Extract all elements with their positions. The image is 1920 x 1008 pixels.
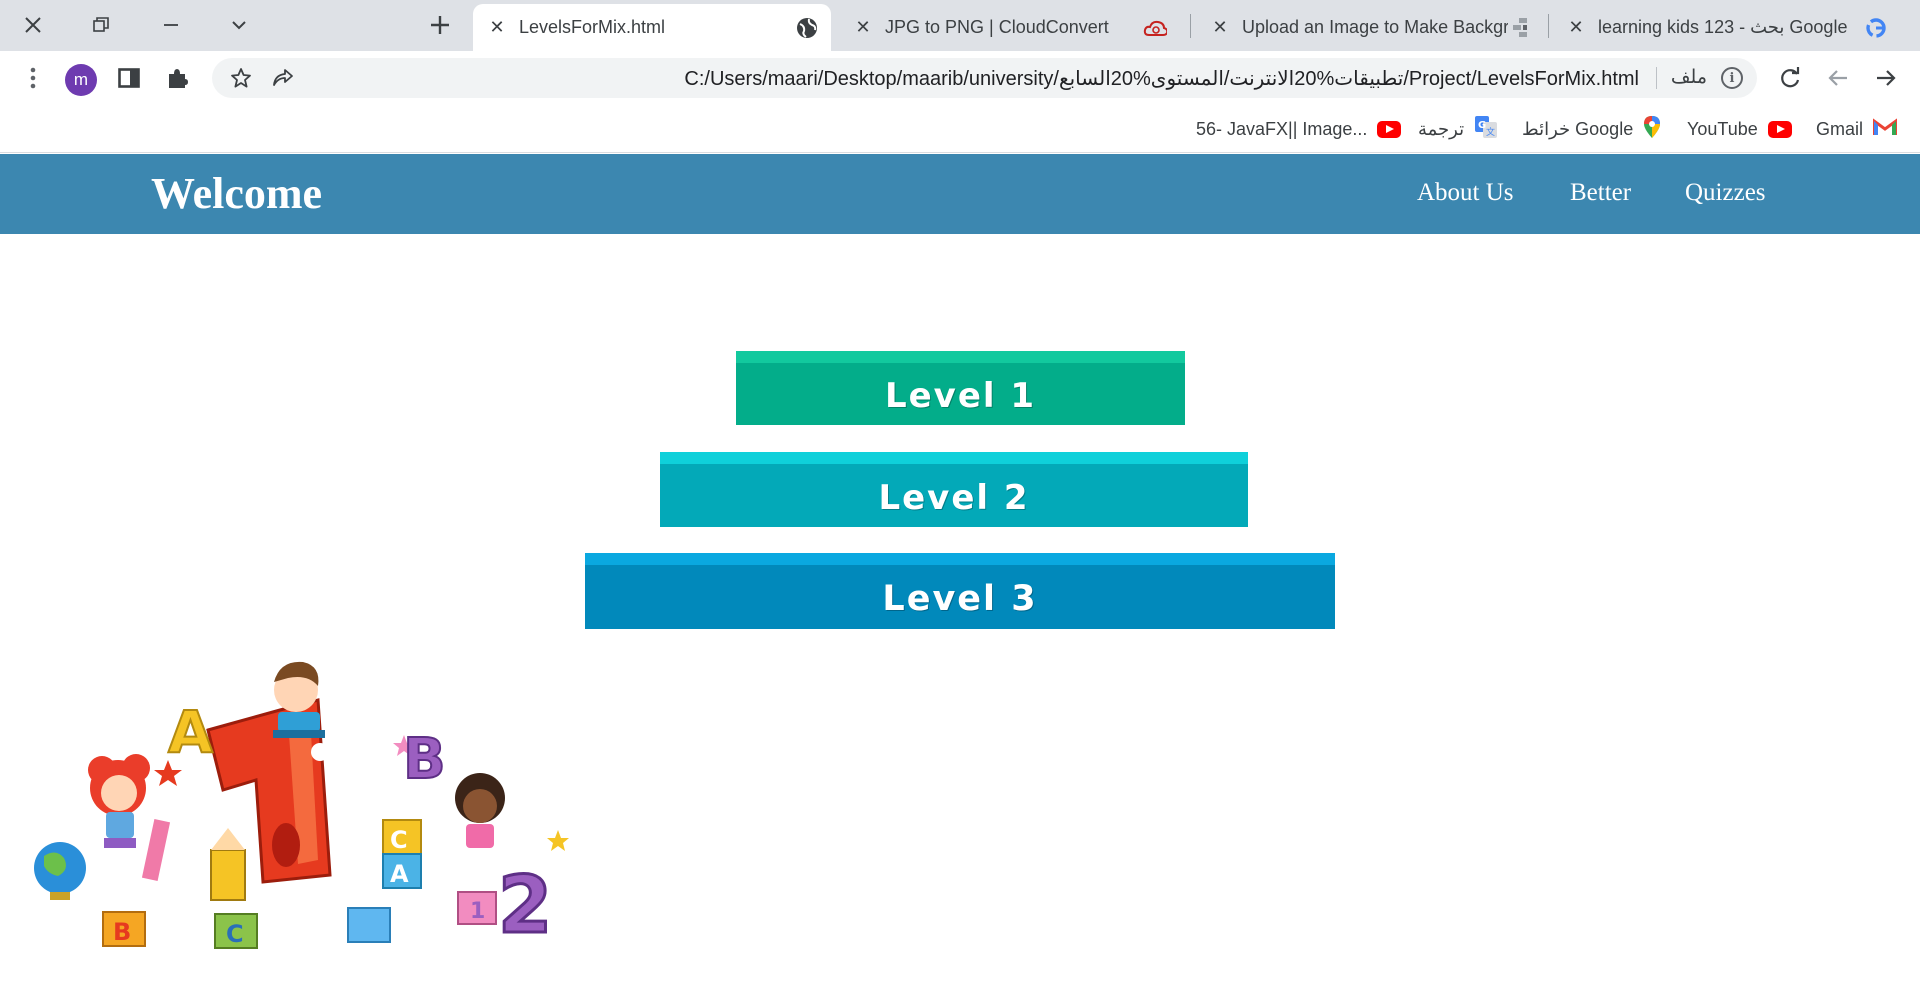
bookmark-google-maps[interactable]: خرائط Google (1522, 115, 1661, 143)
bookmark-javafx[interactable]: 56- JavaFX|| Image... (1196, 115, 1402, 143)
url-text[interactable]: C:/Users/maari/Desktop/maarib/university… (684, 66, 1639, 91)
digit-2-decoration: 2 (498, 861, 552, 950)
tab-close-icon[interactable]: ✕ (851, 17, 875, 38)
bookmark-gmail[interactable]: Gmail (1816, 115, 1898, 143)
url-separator (1656, 67, 1657, 89)
bookmark-star-button[interactable] (222, 59, 260, 97)
nav-better[interactable]: Better (1570, 179, 1631, 207)
tab-search-button[interactable] (216, 6, 262, 44)
letter-c-decoration: C (390, 826, 408, 854)
close-window-button[interactable] (10, 6, 56, 44)
kids-learning-illustration: A B C A B C 1 2 (34, 661, 569, 950)
nav-about-us[interactable]: About Us (1417, 179, 1514, 207)
info-icon[interactable]: i (1721, 67, 1743, 89)
letter-a-decoration: A (168, 698, 213, 766)
cloud-icon (1143, 16, 1167, 40)
tab-title: LevelsForMix.html (519, 17, 666, 37)
bookmark-label: Gmail (1816, 118, 1864, 139)
tab-title: JPG to PNG | CloudConvert (885, 17, 1109, 37)
letter-c-decoration: C (226, 920, 244, 948)
side-panel-icon (118, 68, 140, 88)
translate-icon: G文 (1474, 115, 1498, 144)
url-scheme-label: ملف (1670, 67, 1707, 88)
svg-text:G: G (1478, 120, 1486, 131)
extensions-button[interactable] (158, 59, 196, 97)
new-tab-button[interactable] (422, 7, 458, 43)
bookmarks-bar: 56- JavaFX|| Image... ترجمة G文 خرائط Goo… (0, 105, 1920, 153)
bookmark-label: YouTube (1687, 118, 1758, 139)
restore-window-button[interactable] (78, 6, 124, 44)
restore-icon (93, 17, 109, 32)
tab-close-icon[interactable]: ✕ (1208, 17, 1232, 38)
letter-b-decoration: B (403, 727, 446, 792)
tab-separator (1190, 14, 1191, 38)
tab-close-icon[interactable]: ✕ (485, 17, 509, 38)
tab-strip: ✕ LevelsForMix.html ✕ JPG to PNG | Cloud… (0, 0, 1920, 51)
google-icon (1864, 16, 1888, 40)
side-panel-button[interactable] (110, 59, 148, 97)
profile-avatar[interactable]: m (65, 64, 97, 96)
level-1-label: Level 1 (884, 376, 1037, 416)
share-button[interactable] (264, 59, 302, 97)
tab-title: learning kids 123 - بحث Google (1598, 17, 1848, 37)
level-3-label: Level 3 (882, 579, 1038, 619)
forward-button[interactable] (1819, 59, 1857, 97)
level-2-button[interactable]: Level 2 (660, 452, 1248, 527)
level-3-cap (585, 553, 1335, 565)
tab-cloudconvert[interactable]: ✕ JPG to PNG | CloudConvert (843, 4, 1175, 51)
tab-title: Upload an Image to Make Backgr (1242, 17, 1508, 37)
bookmark-label: 56- JavaFX|| Image... (1196, 118, 1368, 139)
minimize-icon (164, 24, 178, 26)
site-title: Welcome (151, 169, 323, 218)
level-1-cap (736, 351, 1185, 363)
kebab-menu-icon (30, 67, 36, 89)
back-button[interactable] (1867, 59, 1905, 97)
bookmark-label: خرائط Google (1522, 118, 1634, 139)
address-bar[interactable]: C:/Users/maari/Desktop/maarib/university… (212, 58, 1757, 98)
tab-levelsformix[interactable]: ✕ LevelsForMix.html (473, 4, 831, 51)
arrow-left-icon (1828, 70, 1847, 86)
level-1-button[interactable]: Level 1 (736, 351, 1185, 425)
plus-icon (431, 16, 449, 34)
close-icon (25, 17, 41, 33)
star-icon (231, 68, 251, 88)
profile-initial: m (73, 70, 89, 89)
level-3-button[interactable]: Level 3 (585, 553, 1335, 629)
menu-button[interactable] (14, 59, 52, 97)
share-icon (273, 69, 293, 86)
youtube-icon (1767, 120, 1792, 138)
bookmark-youtube[interactable]: YouTube (1687, 115, 1792, 143)
reload-icon (1781, 67, 1800, 88)
globe-icon (795, 16, 819, 40)
maps-icon (1643, 115, 1661, 144)
letter-a-decoration: A (390, 860, 409, 888)
youtube-icon (1377, 120, 1402, 138)
site-header: Welcome About Us Better Quizzes (0, 154, 1920, 234)
bookmark-translate[interactable]: ترجمة G文 (1418, 115, 1498, 143)
digit-1-decoration: 1 (470, 899, 485, 924)
minimize-window-button[interactable] (148, 6, 194, 44)
tab-separator (1548, 14, 1549, 38)
puzzle-icon (169, 69, 188, 88)
svg-text:文: 文 (1486, 126, 1495, 138)
tab-google-search[interactable]: ✕ learning kids 123 - بحث Google (1556, 4, 1896, 51)
bookmark-label: ترجمة (1418, 118, 1465, 139)
level-2-cap (660, 452, 1248, 464)
arrow-right-icon (1877, 70, 1896, 86)
letter-b-decoration: B (113, 918, 131, 946)
level-2-label: Level 2 (878, 477, 1030, 518)
reload-button[interactable] (1771, 59, 1809, 97)
chevron-down-icon (232, 21, 246, 30)
browser-toolbar: m C:/Users/maari/Desktop/maarib/universi… (0, 51, 1920, 105)
tab-close-icon[interactable]: ✕ (1564, 17, 1588, 38)
tab-upload-image[interactable]: ✕ Upload an Image to Make Backgr (1200, 4, 1540, 51)
remove-bg-icon (1508, 16, 1532, 40)
gmail-icon (1872, 117, 1898, 141)
nav-quizzes[interactable]: Quizzes (1685, 179, 1766, 207)
